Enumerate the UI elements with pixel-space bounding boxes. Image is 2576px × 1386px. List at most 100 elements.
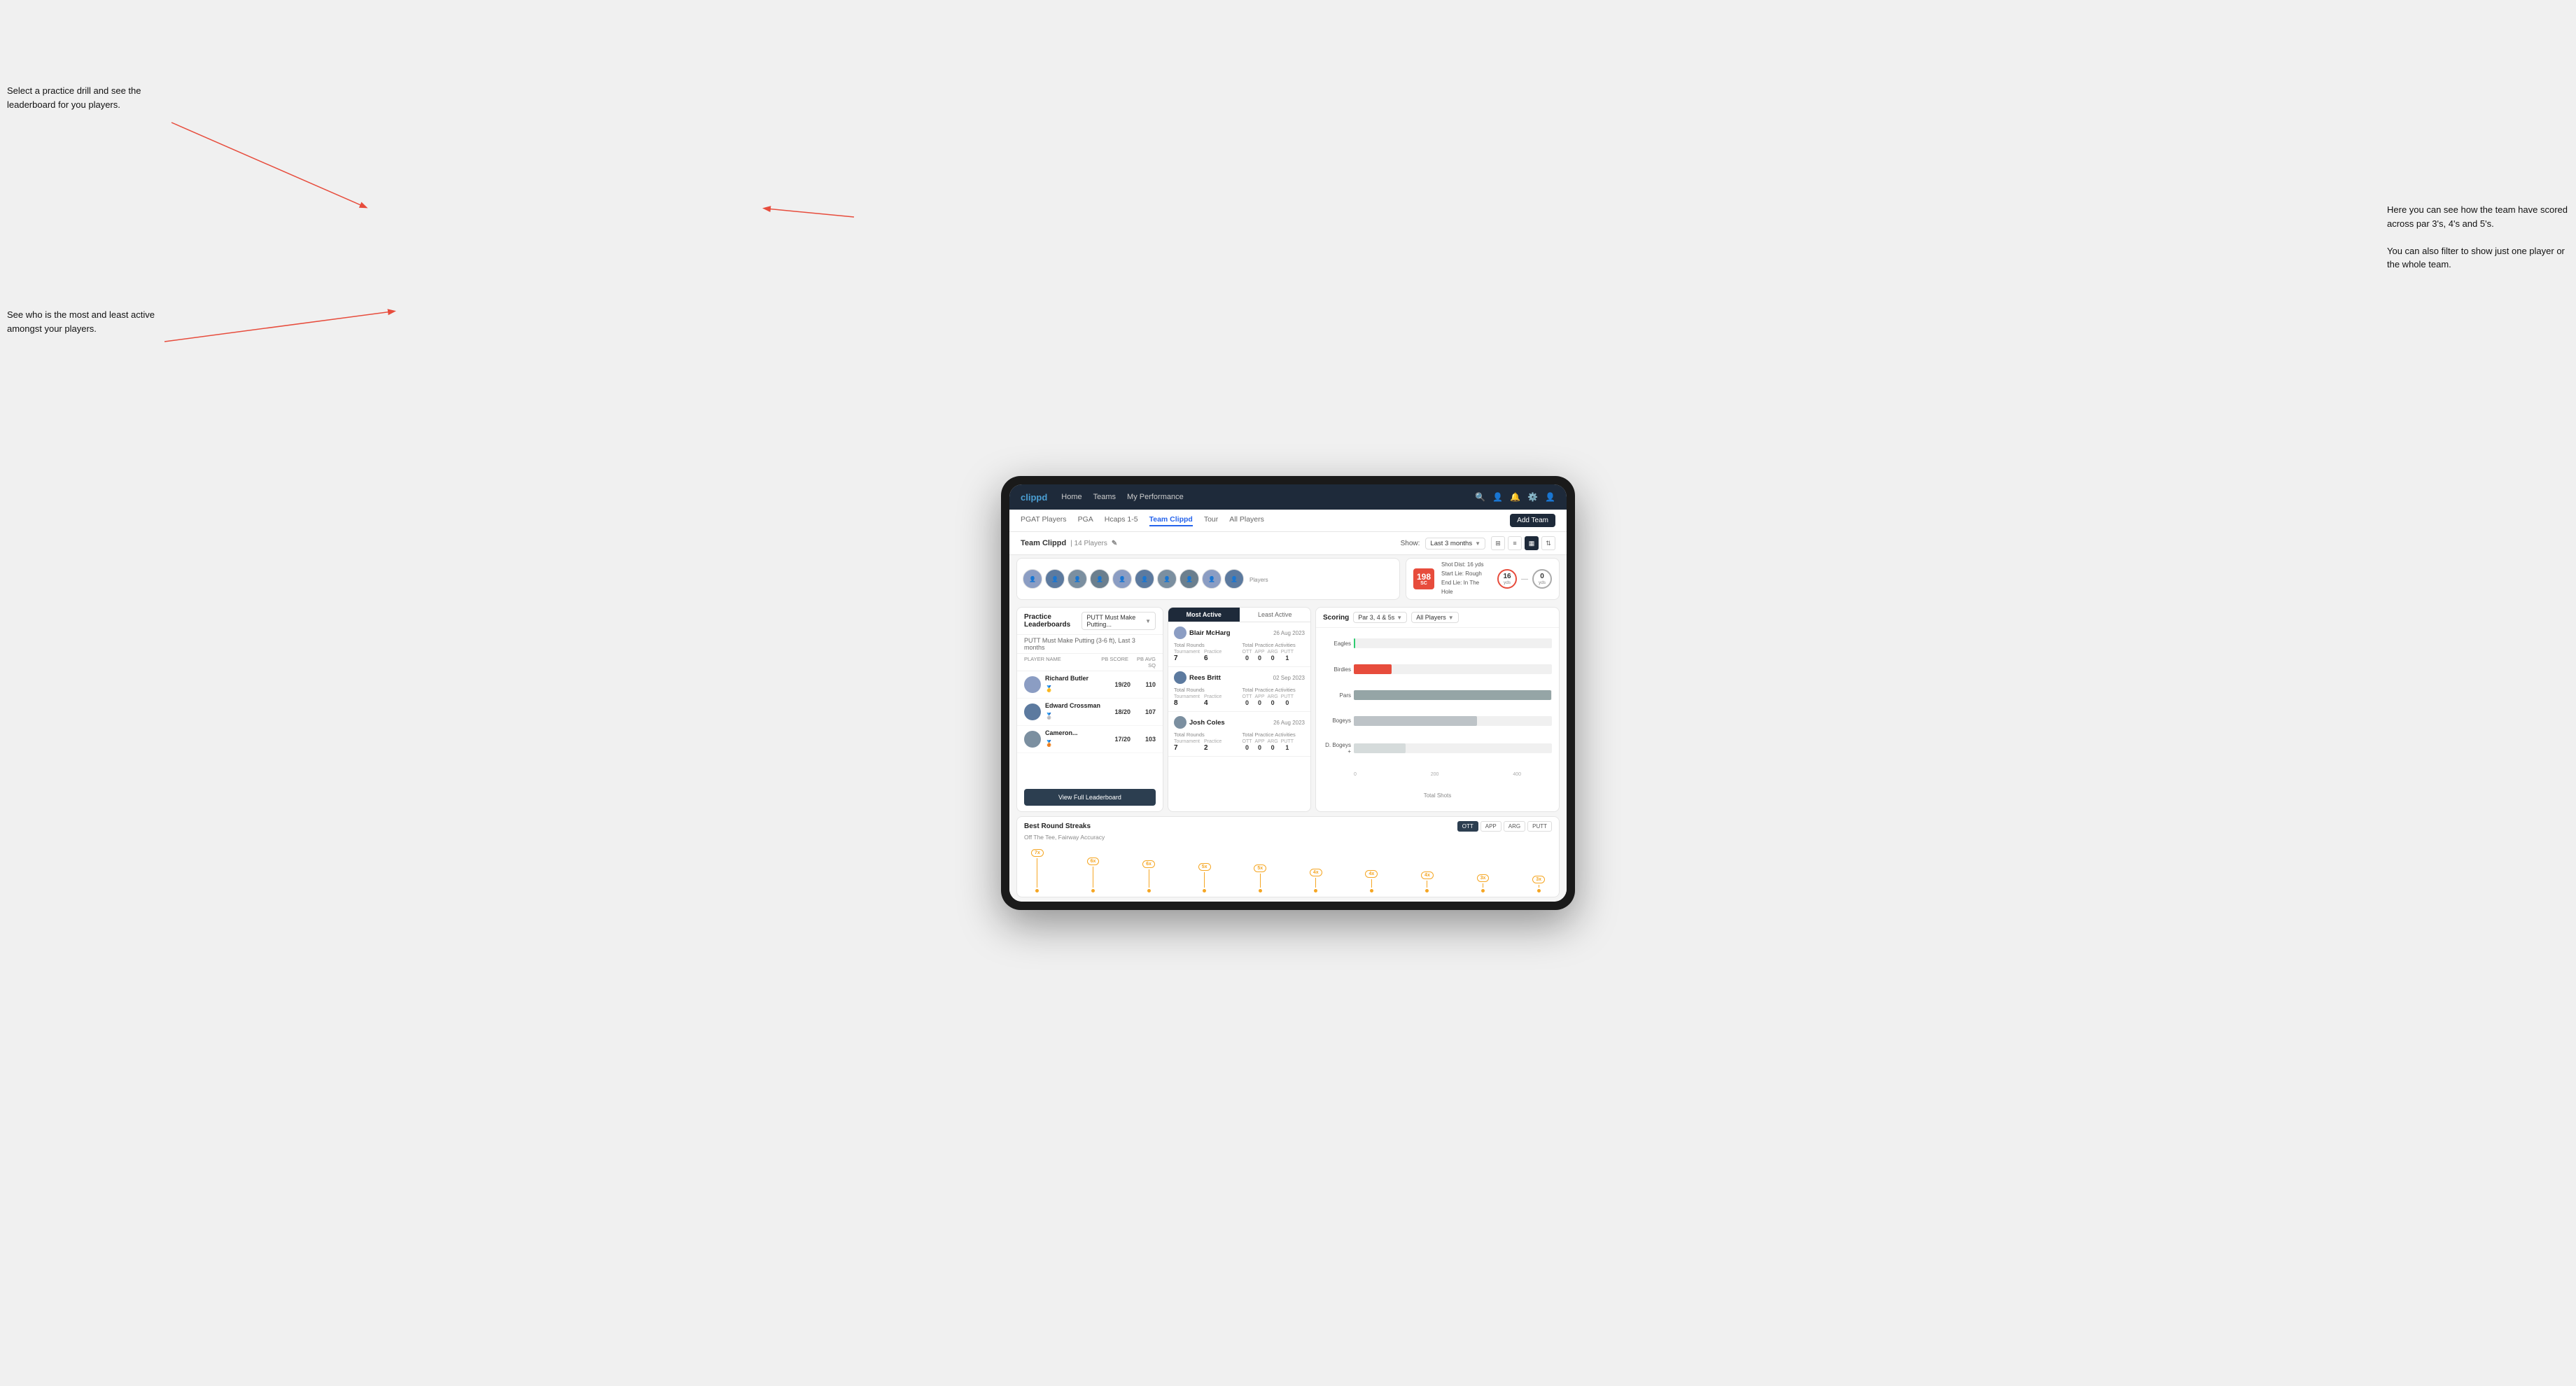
practice-activities-group-1: Total Practice Activities OTT 0 APP 0	[1242, 642, 1306, 662]
edit-icon[interactable]: ✎	[1112, 540, 1117, 547]
settings-icon[interactable]: ⚙️	[1527, 492, 1538, 502]
total-rounds-group-2: Total Rounds Tournament 8 Practice 4	[1174, 687, 1237, 707]
table-row[interactable]: Richard Butler 🥇 19/20 110	[1017, 671, 1163, 699]
least-active-tab[interactable]: Least Active	[1240, 608, 1311, 622]
tab-all-players[interactable]: All Players	[1229, 515, 1264, 526]
table-row[interactable]: Cameron... 🥉 17/20 103	[1017, 726, 1163, 753]
drill-select-arrow: ▼	[1145, 618, 1151, 624]
li-score-3: 17/20	[1106, 736, 1130, 743]
view-card-icon[interactable]: ▦	[1525, 536, 1539, 550]
search-icon[interactable]: 🔍	[1475, 492, 1485, 502]
scoring-filter-players[interactable]: All Players ▼	[1411, 612, 1458, 623]
medal-gold-1: 🥇	[1045, 685, 1053, 692]
streak-dot-8	[1425, 889, 1429, 892]
avatar-9[interactable]: 👤	[1202, 569, 1222, 589]
streak-pin-3: 6x	[1142, 860, 1155, 892]
streaks-tab-arg[interactable]: ARG	[1504, 821, 1525, 832]
li-player-info-3: Cameron... 🥉	[1045, 729, 1102, 749]
user-avatar-icon[interactable]: 👤	[1545, 492, 1555, 502]
pa-name-2: Rees Britt	[1174, 671, 1221, 684]
nav-teams[interactable]: Teams	[1093, 493, 1116, 501]
active-tabs: Most Active Least Active	[1168, 608, 1310, 622]
pa-name-3: Josh Coles	[1174, 716, 1225, 729]
streak-badge-5: 5x	[1254, 864, 1266, 872]
total-rounds-label-1: Total Rounds	[1174, 642, 1237, 648]
annotation-bottom-left: See who is the most and least active amo…	[7, 308, 161, 335]
li-avatar-3	[1024, 731, 1041, 748]
pa-header-3: Josh Coles 26 Aug 2023	[1174, 716, 1305, 729]
navbar-links: Home Teams My Performance	[1061, 493, 1475, 501]
scoring-filter-par[interactable]: Par 3, 4 & 5s ▼	[1353, 612, 1407, 623]
tab-hcaps[interactable]: Hcaps 1-5	[1105, 515, 1138, 526]
table-row[interactable]: Edward Crossman 🥈 18/20 107	[1017, 699, 1163, 726]
streak-pin-5: 5x	[1254, 864, 1266, 892]
view-grid-icon[interactable]: ⊞	[1491, 536, 1505, 550]
team-name: Team Clippd	[1021, 539, 1066, 547]
streaks-tab-app[interactable]: APP	[1480, 821, 1502, 832]
streak-badge-2: 6x	[1087, 858, 1100, 865]
view-list-icon[interactable]: ≡	[1508, 536, 1522, 550]
cards-row: Practice Leaderboards PUTT Must Make Put…	[1009, 603, 1567, 816]
tab-pga[interactable]: PGA	[1078, 515, 1093, 526]
streak-dot-1	[1035, 889, 1039, 892]
bar-track-birdies: 96	[1354, 664, 1552, 674]
nav-my-performance[interactable]: My Performance	[1127, 493, 1184, 501]
view-filter-icon[interactable]: ⇅	[1541, 536, 1555, 550]
putt-stat-3: PUTT 1	[1281, 739, 1294, 751]
ott-stat-2: OTT 0	[1242, 694, 1252, 706]
li-avatar-1	[1024, 676, 1041, 693]
pa-stats-2: Total Rounds Tournament 8 Practice 4	[1174, 687, 1305, 707]
practice-leaderboard-card: Practice Leaderboards PUTT Must Make Put…	[1016, 607, 1163, 812]
scoring-header: Scoring Par 3, 4 & 5s ▼ All Players ▼	[1316, 608, 1559, 628]
avatar-1[interactable]: 👤	[1023, 569, 1042, 589]
drill-name: PUTT Must Make Putting...	[1086, 614, 1142, 628]
show-period-select[interactable]: Last 3 months ▼	[1425, 538, 1485, 550]
li-name-1: Richard Butler	[1045, 675, 1102, 682]
add-team-button[interactable]: Add Team	[1510, 514, 1555, 527]
practice-activities-group-3: Total Practice Activities OTT 0 APP 0	[1242, 732, 1306, 752]
subnav-tabs: PGAT Players PGA Hcaps 1-5 Team Clippd T…	[1021, 515, 1510, 526]
pa-name-1: Blair McHarg	[1174, 626, 1231, 639]
shot-connector: —	[1521, 575, 1528, 583]
streak-stem-4	[1204, 872, 1205, 888]
bell-icon[interactable]: 🔔	[1510, 492, 1520, 502]
view-full-leaderboard-button[interactable]: View Full Leaderboard	[1024, 789, 1156, 806]
pa-avatar-2	[1174, 671, 1186, 684]
avatar-7[interactable]: 👤	[1157, 569, 1177, 589]
avatar-2[interactable]: 👤	[1045, 569, 1065, 589]
tab-pgat-players[interactable]: PGAT Players	[1021, 515, 1067, 526]
avatar-3[interactable]: 👤	[1068, 569, 1087, 589]
avatar-5[interactable]: 👤	[1112, 569, 1132, 589]
streaks-tab-putt[interactable]: PUTT	[1527, 821, 1552, 832]
drill-select[interactable]: PUTT Must Make Putting... ▼	[1082, 612, 1156, 630]
nav-home[interactable]: Home	[1061, 493, 1082, 501]
avatar-6[interactable]: 👤	[1135, 569, 1154, 589]
team-player-count: | 14 Players	[1070, 540, 1107, 547]
streak-pin-7: 4x	[1365, 870, 1378, 892]
tab-team-clippd[interactable]: Team Clippd	[1149, 515, 1193, 526]
pa-date-3: 26 Aug 2023	[1273, 720, 1305, 726]
avatar-4[interactable]: 👤	[1090, 569, 1110, 589]
person-icon[interactable]: 👤	[1492, 492, 1503, 502]
tablet-device: clippd Home Teams My Performance 🔍 👤 🔔 ⚙…	[1001, 476, 1575, 910]
bar-fill-pars	[1354, 690, 1551, 700]
leaderboard-cols: PLAYER NAME PB SCORE PB AVG SQ	[1017, 654, 1163, 671]
main-content: Team Clippd | 14 Players ✎ Show: Last 3 …	[1009, 532, 1567, 902]
most-active-tab[interactable]: Most Active	[1168, 608, 1240, 622]
total-rounds-group-3: Total Rounds Tournament 7 Practice 2	[1174, 732, 1237, 752]
bar-row-pars: Pars 499	[1323, 690, 1552, 700]
app-stat-1: APP 0	[1255, 650, 1265, 662]
shot-circle-end-unit: yds	[1539, 580, 1546, 585]
arg-stat-1: ARG 0	[1268, 650, 1278, 662]
practice-activities-2: OTT 0 APP 0 ARG 0	[1242, 694, 1306, 706]
tab-tour[interactable]: Tour	[1204, 515, 1218, 526]
avatar-10[interactable]: 👤	[1224, 569, 1244, 589]
streak-dot-9	[1481, 889, 1485, 892]
navbar-logo: clippd	[1021, 492, 1047, 503]
medal-silver-2: 🥈	[1045, 713, 1053, 720]
avatar-8[interactable]: 👤	[1180, 569, 1199, 589]
streak-badge-4: 5x	[1198, 863, 1211, 871]
leaderboard-card-header: Practice Leaderboards PUTT Must Make Put…	[1017, 608, 1163, 635]
leaderboard-title: Practice Leaderboards	[1024, 613, 1082, 629]
streaks-tab-ott[interactable]: OTT	[1457, 821, 1478, 832]
